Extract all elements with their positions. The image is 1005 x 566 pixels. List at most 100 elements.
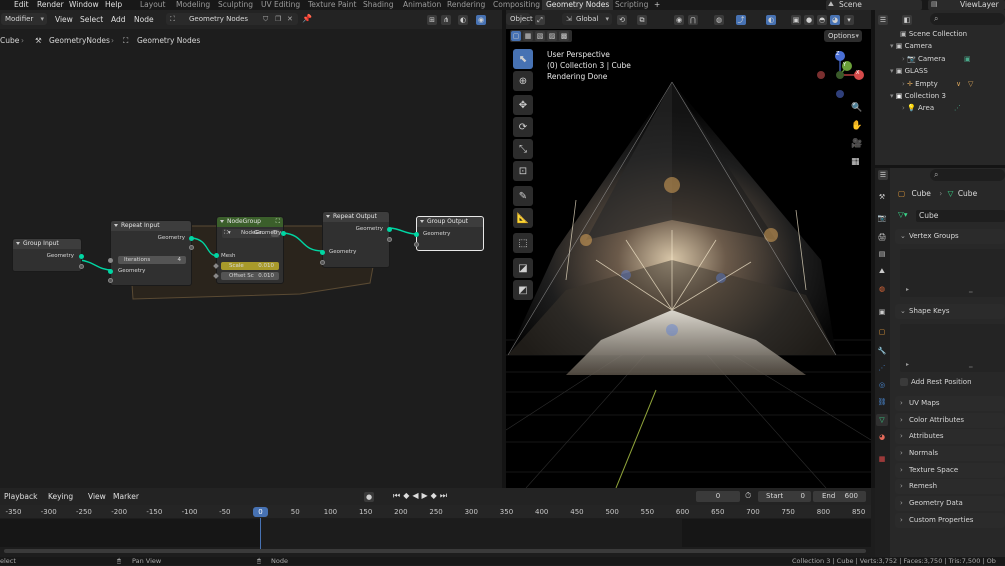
render-tab-icon[interactable]: 📷 <box>876 212 888 224</box>
outliner-row-empty[interactable]: › ✛ Empty ∨ ▽ <box>902 80 973 88</box>
node-repeat-output[interactable]: Repeat Output Geometry Geometry <box>320 211 392 268</box>
falloff-icon[interactable]: ⋂ <box>688 15 698 25</box>
current-frame-field[interactable]: 0 <box>696 491 740 502</box>
proportional-edit-icon[interactable]: ◉ <box>674 15 684 25</box>
outliner-row-scene-collection[interactable]: ▣ Scene Collection <box>900 30 967 38</box>
end-frame-field[interactable]: End 600 <box>813 491 866 502</box>
geometry-socket[interactable] <box>189 236 194 241</box>
panel-uv-maps[interactable]: UV Maps <box>895 396 1005 411</box>
tab-geometry-nodes[interactable]: Geometry Nodes <box>542 0 614 10</box>
outliner-editor-type-icon[interactable]: ☰ <box>878 15 888 25</box>
world-tab-icon[interactable]: ◍ <box>876 283 888 295</box>
play-reverse-icon[interactable]: ◀ <box>412 491 421 500</box>
output-tab-icon[interactable]: 🖨 <box>876 231 888 243</box>
outliner-row-glass-collection[interactable]: ▾ ▣ GLASS <box>890 67 928 75</box>
move-tool-icon[interactable]: ✥ <box>513 95 533 115</box>
tool-tab-icon[interactable]: ⚒ <box>876 191 888 203</box>
pan-hand-icon[interactable]: ✋ <box>851 121 862 131</box>
solid-shading-icon[interactable]: ● <box>804 15 814 25</box>
measure-tool-icon[interactable]: 📐 <box>513 208 533 228</box>
cursor-tool-icon[interactable]: ⊕ <box>513 71 533 91</box>
geometry-socket[interactable] <box>281 231 286 236</box>
gizmo-toggle-icon[interactable]: ⤴ <box>736 15 746 25</box>
tab-scripting[interactable]: Scripting <box>615 0 648 10</box>
modifier-tab-icon[interactable]: 🔧 <box>876 345 888 357</box>
node-group-input[interactable]: Group Input Geometry <box>12 238 84 272</box>
iterations-field[interactable]: Iterations 4 <box>118 256 186 264</box>
empty-socket[interactable] <box>79 264 84 269</box>
select-box-new-icon[interactable]: ▢ <box>511 31 521 41</box>
particles-tab-icon[interactable]: ⋰ <box>876 362 888 374</box>
xray-icon[interactable]: ▣ <box>791 15 801 25</box>
navigation-gizmo[interactable] <box>812 48 870 102</box>
panel-custom-properties[interactable]: Custom Properties <box>895 513 1005 528</box>
outliner-row-camera-collection[interactable]: ▾ ▣ Camera <box>890 42 932 50</box>
stopwatch-icon[interactable]: ⏱ <box>745 491 751 501</box>
camera-view-icon[interactable]: 🎥 <box>851 139 862 149</box>
expand-arrow-icon[interactable]: › <box>902 55 905 63</box>
view-layer-tab-icon[interactable]: ▤ <box>876 248 888 260</box>
panel-remesh[interactable]: Remesh <box>895 479 1005 494</box>
texture-tab-icon[interactable]: ▦ <box>876 453 888 465</box>
extrude-tool-icon[interactable]: ◪ <box>513 258 533 278</box>
material-shading-icon[interactable]: ◓ <box>817 15 827 25</box>
empty-socket[interactable] <box>414 242 419 247</box>
rendered-shading-icon[interactable]: ◕ <box>830 15 840 25</box>
orientation-dropdown[interactable]: ⇲ Global ▾ <box>562 13 612 25</box>
panel-normals[interactable]: Normals <box>895 446 1005 461</box>
options-dropdown[interactable]: Options ▾ <box>824 30 862 42</box>
geometry-socket[interactable] <box>79 254 84 259</box>
playhead-handle[interactable]: 0 <box>253 507 268 517</box>
scene-tab-icon[interactable]: ⛰ <box>876 265 888 277</box>
resize-arrow-icon[interactable]: ▸ <box>906 361 909 368</box>
collapse-arrow-icon[interactable]: ▾ <box>890 92 894 100</box>
panel-shape-keys[interactable]: ⌄ Shape Keys <box>895 304 1005 319</box>
object-tab-icon[interactable]: ▢ <box>876 326 888 338</box>
menu-view[interactable]: View <box>88 492 106 502</box>
rotate-tool-icon[interactable]: ⟳ <box>513 117 533 137</box>
expand-arrow-icon[interactable]: › <box>902 80 905 88</box>
mode-dropdown[interactable]: Object <box>506 13 533 25</box>
pivot-point-icon[interactable]: ⟲ <box>617 15 627 25</box>
empty-socket[interactable] <box>320 260 325 265</box>
resize-handle-icon[interactable]: ═ <box>969 364 973 371</box>
iterations-socket[interactable] <box>108 258 113 263</box>
properties-editor-type-icon[interactable]: ☰ <box>878 170 888 180</box>
mesh-socket[interactable] <box>214 253 219 258</box>
transform-pivot-icon[interactable]: ⤢ <box>535 15 545 25</box>
resize-arrow-icon[interactable]: ▸ <box>906 286 909 293</box>
material-tab-icon[interactable]: ◕ <box>876 431 888 443</box>
data-tab-icon[interactable]: ▽ <box>876 414 888 426</box>
select-subtract-icon[interactable]: ▧ <box>535 31 545 41</box>
record-icon[interactable]: ● <box>364 492 374 502</box>
properties-search-input[interactable]: ⌕ <box>930 169 1005 181</box>
collapse-arrow-icon[interactable]: ▾ <box>890 67 894 75</box>
shape-keys-list[interactable]: ▸ ═ <box>900 324 1005 372</box>
geometry-socket[interactable] <box>414 232 419 237</box>
keyframe-area[interactable] <box>0 519 871 547</box>
collapse-arrow-icon[interactable]: ▾ <box>890 42 894 50</box>
scale-tool-icon[interactable]: ⤡ <box>513 139 533 159</box>
zoom-icon[interactable]: 🔍 <box>851 103 862 113</box>
menu-keying[interactable]: Keying <box>48 492 73 502</box>
add-workspace-button[interactable]: + <box>654 0 660 10</box>
inset-tool-icon[interactable]: ◩ <box>513 280 533 300</box>
panel-color-attributes[interactable]: Color Attributes <box>895 413 1005 428</box>
empty-socket[interactable] <box>387 237 392 242</box>
outliner-search-input[interactable]: ⌕ <box>930 13 1005 25</box>
panel-geometry-data[interactable]: Geometry Data <box>895 496 1005 511</box>
geometry-socket[interactable] <box>108 269 113 274</box>
annotate-tool-icon[interactable]: ✎ <box>513 186 533 206</box>
shading-options-icon[interactable]: ▾ <box>844 15 854 25</box>
view-layer-selector[interactable]: ▤ ViewLayer <box>928 0 1005 10</box>
empty-socket[interactable] <box>189 245 194 250</box>
empty-socket[interactable] <box>108 278 113 283</box>
geometry-socket[interactable] <box>320 250 325 255</box>
jump-keyframe-back-icon[interactable]: ◆ <box>403 491 412 500</box>
select-extend-icon[interactable]: ▦ <box>523 31 533 41</box>
snap-icon[interactable]: ⧉ <box>637 15 647 25</box>
jump-keyframe-forward-icon[interactable]: ◆ <box>431 491 440 500</box>
select-intersect-icon[interactable]: ▩ <box>559 31 569 41</box>
constraints-tab-icon[interactable]: ⛓ <box>876 396 888 408</box>
resize-handle-icon[interactable]: ═ <box>969 289 973 296</box>
